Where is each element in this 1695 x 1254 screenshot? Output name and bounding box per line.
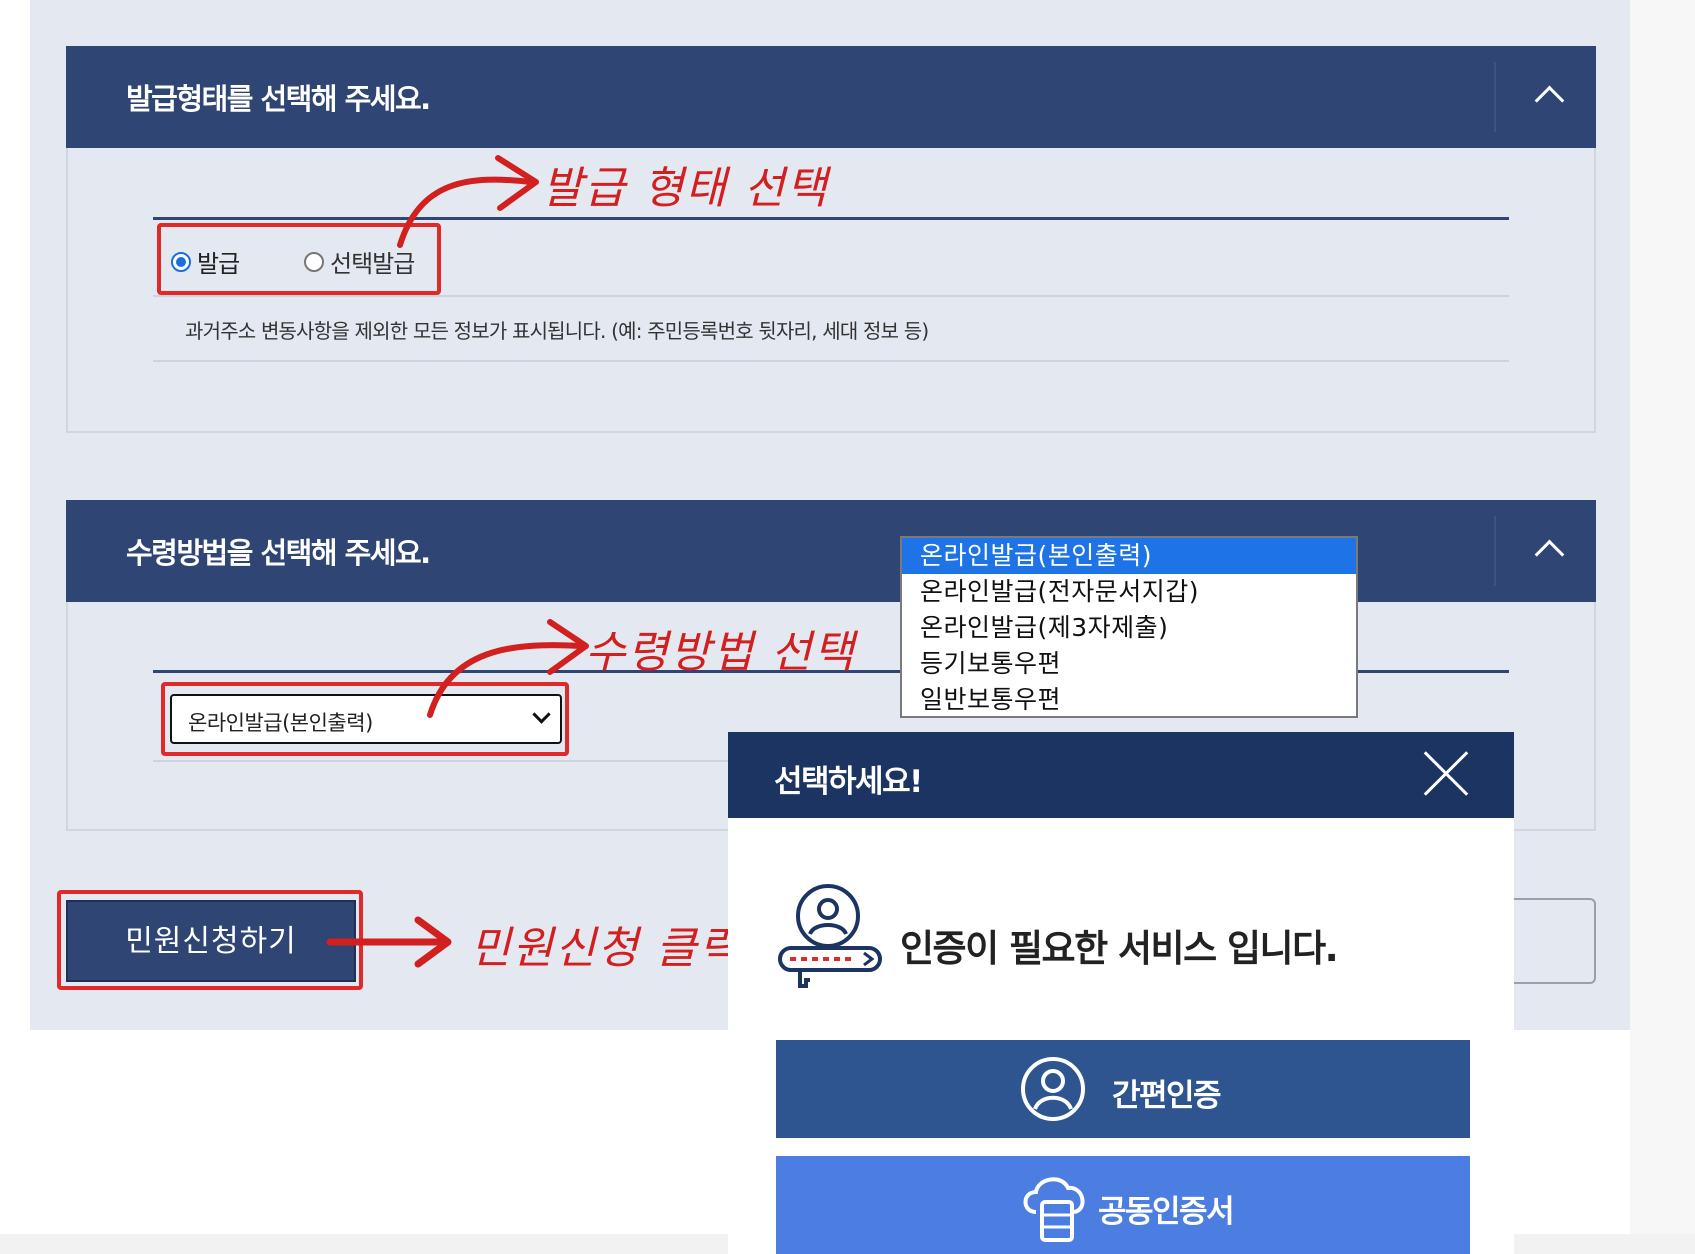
receipt-method-header[interactable]: 수령방법을 선택해 주세요. xyxy=(66,500,1596,602)
radio-checked-icon[interactable] xyxy=(171,251,191,272)
collapse-chevron-icon[interactable] xyxy=(1534,85,1565,116)
annotation-issue-type: 발급 형태 선택 xyxy=(542,163,829,214)
id-key-icon xyxy=(778,884,882,988)
radio-label: 선택발급 xyxy=(330,250,415,278)
annotation-arrow-icon xyxy=(326,916,452,968)
issue-type-title: 발급형태를 선택해 주세요. xyxy=(126,82,431,116)
person-circle-icon xyxy=(1021,1057,1085,1121)
modal-title: 선택하세요! xyxy=(774,764,923,800)
cloud-certificate-icon xyxy=(1023,1177,1085,1242)
radio-label: 발급 xyxy=(197,250,240,278)
annotation-arrow-icon xyxy=(397,155,539,248)
simple-auth-label: 간편인증 xyxy=(1112,1078,1222,1114)
joint-certificate-label: 공동인증서 xyxy=(1098,1194,1235,1230)
section-top-rule xyxy=(153,217,1509,220)
annotation-arrow-icon xyxy=(427,619,589,718)
row-divider xyxy=(153,295,1509,297)
receipt-method-dropdown[interactable]: 온라인발급(본인출력) 온라인발급(전자문서지갑) 온라인발급(제3자제출) 등… xyxy=(900,536,1358,718)
joint-certificate-button[interactable]: 공동인증서 xyxy=(776,1156,1470,1254)
dropdown-option[interactable]: 일반보통우편 xyxy=(902,682,1356,718)
close-icon[interactable] xyxy=(1422,750,1470,798)
annotation-receipt-method: 수령방법 선택 xyxy=(585,627,856,678)
secondary-button[interactable] xyxy=(1500,898,1596,984)
issue-type-header[interactable]: 발급형태를 선택해 주세요. xyxy=(66,46,1596,148)
modal-header: 선택하세요! xyxy=(728,732,1514,818)
dropdown-option[interactable]: 등기보통우편 xyxy=(902,646,1356,682)
right-margin xyxy=(1630,0,1695,1254)
issue-description: 과거주소 변동사항을 제외한 모든 정보가 표시됩니다. (예: 주민등록번호 … xyxy=(185,319,929,343)
modal-message: 인증이 필요한 서비스 입니다. xyxy=(900,927,1339,970)
row-divider xyxy=(153,360,1509,362)
auth-modal: 선택하세요! 인증이 필요한 서비스 입니다. 간편인증 공동인증서 xyxy=(728,732,1514,1254)
radio-option-issue[interactable]: 발급 xyxy=(171,244,240,279)
dropdown-option[interactable]: 온라인발급(전자문서지갑) xyxy=(902,574,1356,610)
apply-button[interactable]: 민원신청하기 xyxy=(66,900,356,982)
dropdown-option[interactable]: 온라인발급(제3자제출) xyxy=(902,610,1356,646)
select-value: 온라인발급(본인출력) xyxy=(188,711,373,735)
annotation-apply: 민원신청 클릭 xyxy=(470,923,741,974)
simple-auth-button[interactable]: 간편인증 xyxy=(776,1040,1470,1138)
header-divider xyxy=(1494,516,1496,586)
collapse-chevron-icon[interactable] xyxy=(1534,539,1565,570)
receipt-method-title: 수령방법을 선택해 주세요. xyxy=(126,536,431,570)
radio-unchecked-icon[interactable] xyxy=(304,251,324,272)
dropdown-option[interactable]: 온라인발급(본인출력) xyxy=(902,538,1356,574)
header-divider xyxy=(1494,62,1496,132)
